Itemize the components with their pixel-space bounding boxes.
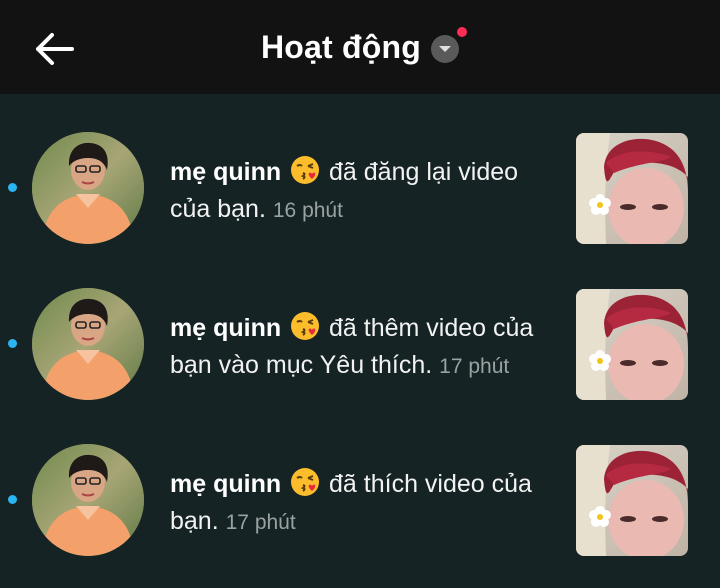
- list-item[interactable]: mẹ quinn đã thêm video của bạn vào mục Y…: [0, 250, 720, 406]
- list-item[interactable]: mẹ quinn đã thích video của bạn. 17 phút: [0, 406, 720, 562]
- video-thumbnail[interactable]: [576, 133, 688, 244]
- timestamp: 17 phút: [225, 511, 296, 534]
- avatar-image: [32, 444, 144, 556]
- username[interactable]: mẹ quinn: [170, 470, 281, 498]
- video-thumbnail-image: [576, 445, 688, 556]
- activity-filter-dropdown[interactable]: [431, 27, 467, 63]
- face-blowing-kiss-icon: [291, 468, 320, 496]
- unread-indicator: [8, 339, 17, 348]
- list-item[interactable]: mẹ quinn đã đăng lại video của bạn. 16 p…: [0, 94, 720, 250]
- unread-indicator: [8, 495, 17, 504]
- timestamp: 17 phút: [439, 355, 510, 378]
- avatar-image: [32, 288, 144, 400]
- unread-indicator: [8, 183, 17, 192]
- video-thumbnail-image: [576, 289, 688, 400]
- avatar[interactable]: [32, 132, 144, 244]
- video-thumbnail-image: [576, 133, 688, 244]
- avatar[interactable]: [32, 444, 144, 556]
- face-blowing-kiss-icon: [291, 312, 320, 340]
- username[interactable]: mẹ quinn: [170, 314, 281, 342]
- activity-text: mẹ quinn đã thích video của bạn. 17 phút: [170, 466, 562, 541]
- video-thumbnail[interactable]: [576, 445, 688, 556]
- notification-dot: [457, 27, 467, 37]
- timestamp: 16 phút: [272, 199, 343, 222]
- avatar-image: [32, 132, 144, 244]
- top-bar: Hoạt động: [0, 0, 720, 94]
- page-title: Hoạt động: [261, 28, 421, 65]
- activity-text: mẹ quinn đã thêm video của bạn vào mục Y…: [170, 310, 562, 385]
- video-thumbnail[interactable]: [576, 289, 688, 400]
- face-blowing-kiss-icon: [291, 156, 320, 184]
- title-group: Hoạt động: [0, 0, 720, 94]
- activity-text: mẹ quinn đã đăng lại video của bạn. 16 p…: [170, 154, 562, 229]
- chevron-down-icon: [439, 46, 451, 52]
- username[interactable]: mẹ quinn: [170, 158, 281, 186]
- avatar[interactable]: [32, 288, 144, 400]
